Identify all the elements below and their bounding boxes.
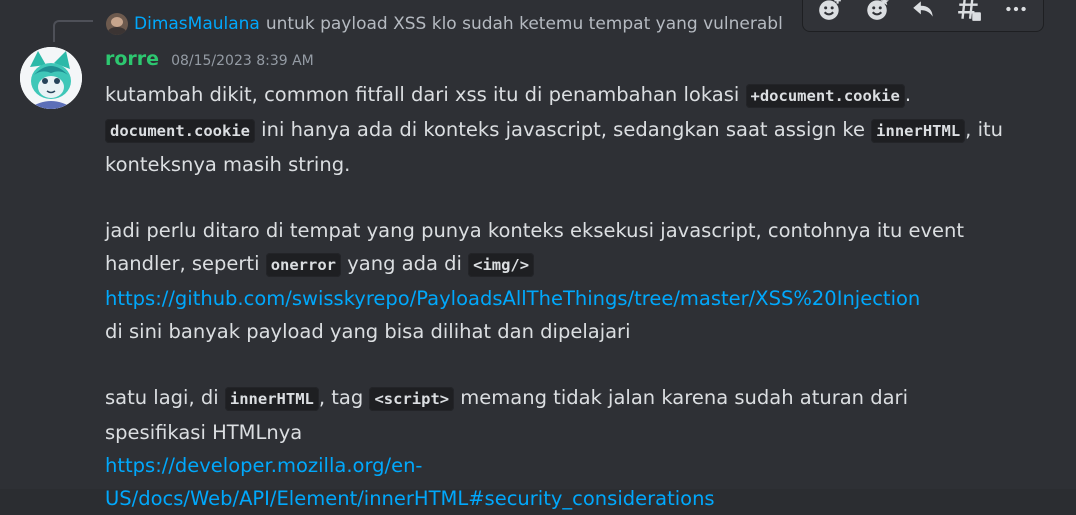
text-run: jadi perlu ditaro di tempat yang punya k… — [105, 219, 965, 275]
more-button[interactable] — [996, 0, 1036, 29]
reply-button[interactable] — [903, 0, 943, 29]
chat-message: DimasMaulana untuk payload XSS klo sudah… — [0, 0, 1076, 510]
text-run: , tag — [318, 386, 370, 409]
inline-code: <img/> — [468, 253, 535, 277]
more-icon — [1006, 6, 1026, 12]
inline-code: onerror — [265, 253, 342, 277]
create-thread-icon — [958, 0, 982, 21]
inline-code: +document.cookie — [745, 84, 905, 108]
reply-author[interactable]: DimasMaulana — [134, 14, 260, 34]
super-reaction-button[interactable] — [857, 0, 897, 29]
inline-code: innerHTML — [224, 387, 319, 411]
reply-icon — [913, 1, 933, 17]
text-run: kutambah dikit, common fitfall dari xss … — [105, 83, 746, 106]
inline-code: innerHTML — [871, 119, 966, 143]
message-timestamp[interactable]: 08/15/2023 8:39 AM — [171, 53, 314, 69]
add-reaction-icon — [819, 0, 842, 20]
message-author[interactable]: rorre — [105, 48, 159, 70]
reply-connector — [53, 20, 93, 42]
reply-preview[interactable]: DimasMaulana untuk payload XSS klo sudah… — [106, 11, 783, 37]
message-header: rorre 08/15/2023 8:39 AM — [105, 48, 314, 70]
paragraph-3: satu lagi, di innerHTML, tag <script> me… — [105, 381, 1005, 515]
reply-text[interactable]: untuk payload XSS klo sudah ketemu tempa… — [266, 14, 783, 34]
reply-avatar[interactable] — [106, 13, 128, 35]
text-run: satu lagi, di — [105, 386, 225, 409]
payloads-link[interactable]: https://github.com/swisskyrepo/PayloadsA… — [105, 287, 920, 310]
add-reaction-button[interactable] — [810, 0, 850, 29]
create-thread-button[interactable] — [949, 0, 989, 29]
text-run: yang ada di — [341, 252, 469, 275]
mdn-link[interactable]: https://developer.mozilla.org/en-US/docs… — [105, 454, 715, 510]
text-run: ini hanya ada di konteks javascript, sed… — [254, 118, 872, 141]
inline-code: <script> — [369, 387, 455, 411]
text-run: . — [904, 83, 912, 106]
paragraph-1: kutambah dikit, common fitfall dari xss … — [105, 78, 1005, 181]
super-reaction-icon — [866, 0, 889, 20]
message-toolbar — [802, 0, 1044, 32]
avatar[interactable] — [20, 47, 82, 109]
text-run: di sini banyak payload yang bisa dilihat… — [105, 320, 631, 343]
inline-code: document.cookie — [105, 119, 255, 143]
paragraph-2: jadi perlu ditaro di tempat yang punya k… — [105, 214, 1005, 348]
message-content: kutambah dikit, common fitfall dari xss … — [105, 78, 1005, 515]
